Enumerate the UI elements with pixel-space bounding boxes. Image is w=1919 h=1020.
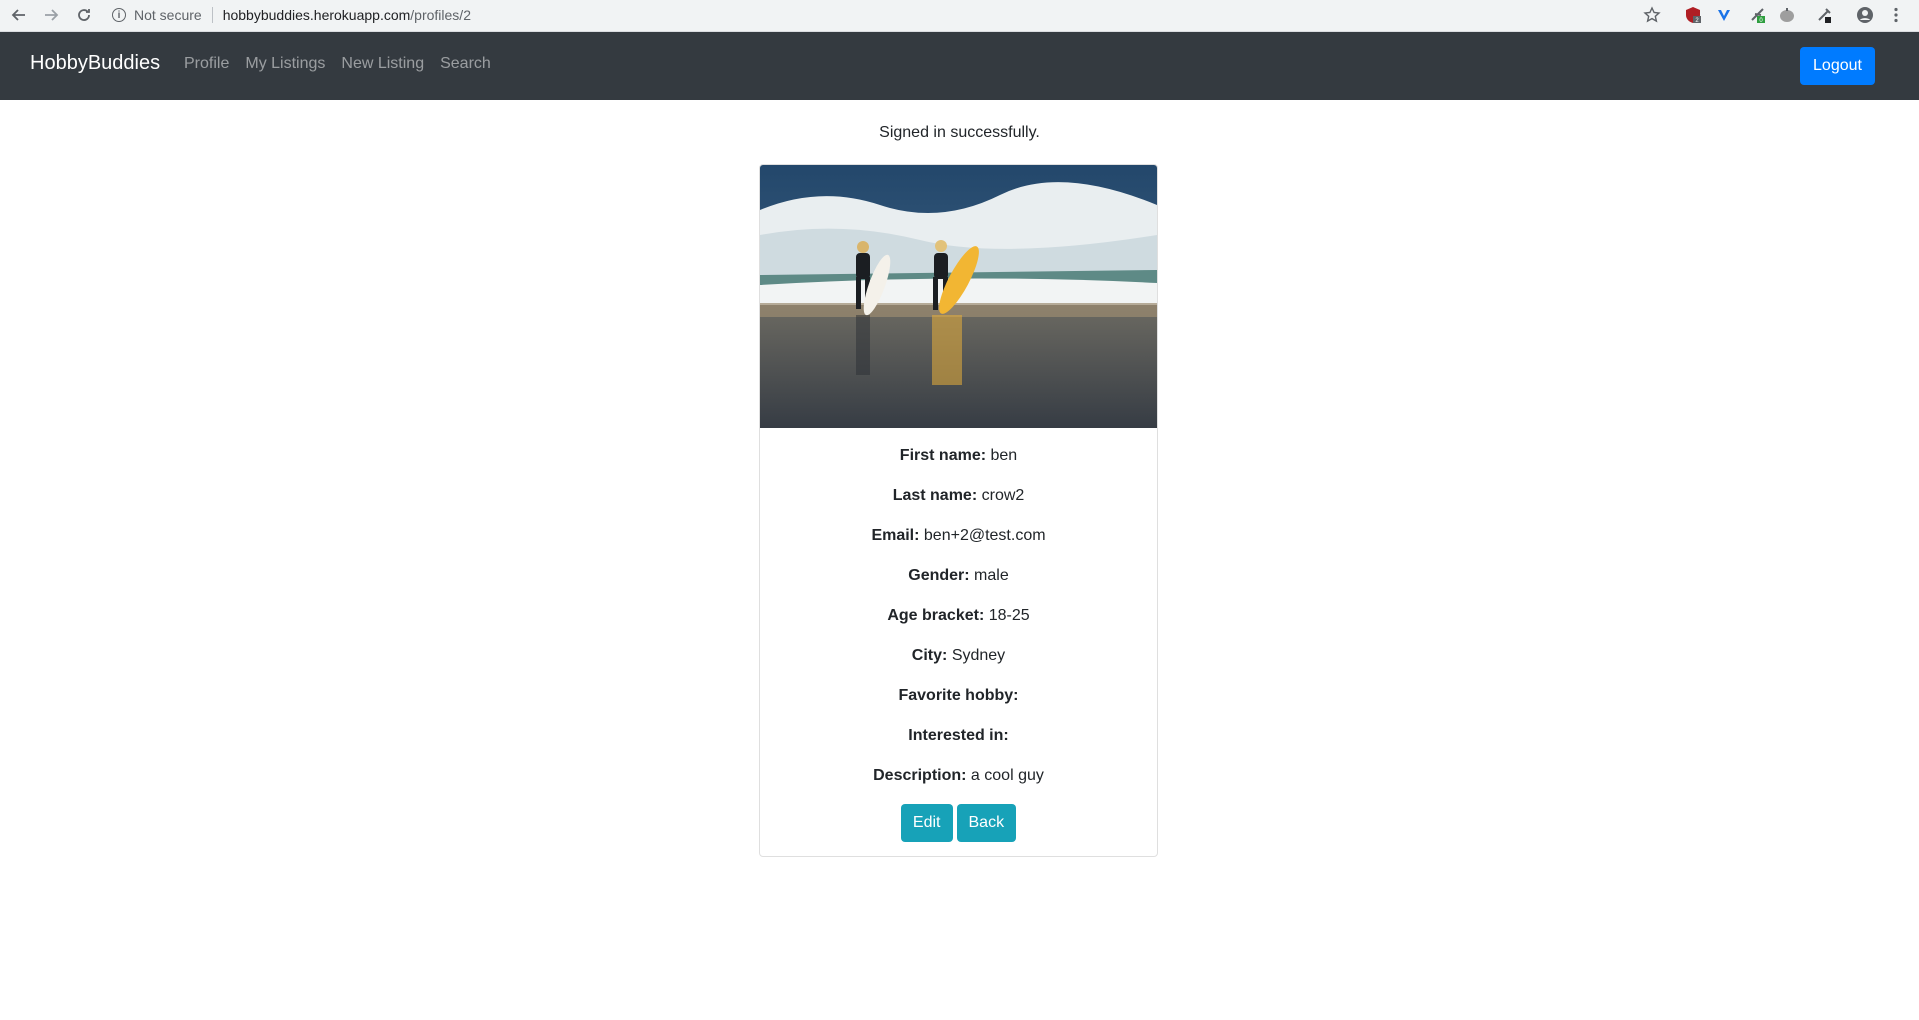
field-description: Description: a cool guy: [760, 766, 1157, 806]
brand-link[interactable]: HobbyBuddies: [30, 52, 160, 75]
field-label: Last name:: [892, 487, 978, 504]
nav-search[interactable]: Search: [440, 55, 491, 73]
field-value: crow2: [981, 487, 1025, 504]
account-icon[interactable]: [1854, 4, 1876, 26]
more-menu-icon[interactable]: [1885, 4, 1907, 26]
app-navbar: HobbyBuddies Profile My Listings New Lis…: [0, 32, 1919, 100]
address-bar[interactable]: i Not secure hobbybuddies.herokuapp.com /…: [112, 3, 471, 27]
ublock-extension-icon[interactable]: 2: [1682, 4, 1704, 26]
field-label: Email:: [871, 527, 920, 544]
field-label: Interested in:: [908, 727, 1009, 744]
field-last-name: Last name: crow2: [760, 486, 1157, 526]
field-label: First name:: [899, 447, 987, 464]
field-label: Age bracket:: [887, 607, 985, 624]
info-icon[interactable]: i: [112, 8, 126, 22]
field-age-bracket: Age bracket: 18-25: [760, 606, 1157, 646]
url-path: /profiles/2: [410, 7, 471, 23]
profile-card: First name: ben Last name: crow2 Email: …: [759, 164, 1158, 857]
feather-extension-icon[interactable]: 0: [1747, 4, 1769, 26]
field-value: Sydney: [951, 647, 1006, 664]
eyedropper-extension-icon[interactable]: [1813, 4, 1835, 26]
pumpkin-extension-icon[interactable]: [1776, 4, 1798, 26]
nav-my-listings[interactable]: My Listings: [245, 55, 325, 73]
edit-button[interactable]: Edit: [900, 804, 953, 842]
reload-icon[interactable]: [73, 4, 95, 26]
forward-arrow-icon[interactable]: [40, 4, 62, 26]
back-button[interactable]: Back: [956, 804, 1017, 842]
field-value: ben+2@test.com: [923, 527, 1046, 544]
profile-image: [760, 165, 1157, 428]
field-value: ben: [990, 447, 1018, 464]
field-first-name: First name: ben: [760, 446, 1157, 486]
vimium-extension-icon[interactable]: [1713, 4, 1735, 26]
profile-fields: First name: ben Last name: crow2 Email: …: [760, 446, 1157, 806]
field-value: a cool guy: [970, 767, 1044, 784]
star-icon[interactable]: [1641, 4, 1663, 26]
security-label: Not secure: [134, 7, 202, 23]
nav-links: Profile My Listings New Listing Search: [184, 55, 507, 73]
browser-toolbar: i Not secure hobbybuddies.herokuapp.com /…: [0, 0, 1919, 32]
field-city: City: Sydney: [760, 646, 1157, 686]
logout-button[interactable]: Logout: [1800, 47, 1875, 85]
field-interested-in: Interested in:: [760, 726, 1157, 766]
field-email: Email: ben+2@test.com: [760, 526, 1157, 566]
field-label: City:: [911, 647, 948, 664]
profile-actions: Edit Back: [760, 804, 1157, 842]
field-favorite-hobby: Favorite hobby:: [760, 686, 1157, 726]
field-label: Gender:: [908, 567, 970, 584]
address-divider: [211, 7, 213, 23]
field-value: male: [974, 567, 1009, 584]
url-host: hobbybuddies.herokuapp.com: [222, 7, 411, 23]
field-gender: Gender: male: [760, 566, 1157, 606]
back-arrow-icon[interactable]: [8, 4, 30, 26]
field-label: Description:: [873, 767, 967, 784]
nav-profile[interactable]: Profile: [184, 55, 229, 73]
field-value: 18-25: [988, 607, 1030, 624]
nav-new-listing[interactable]: New Listing: [341, 55, 424, 73]
field-label: Favorite hobby:: [898, 687, 1019, 704]
flash-message: Signed in successfully.: [879, 124, 1040, 141]
